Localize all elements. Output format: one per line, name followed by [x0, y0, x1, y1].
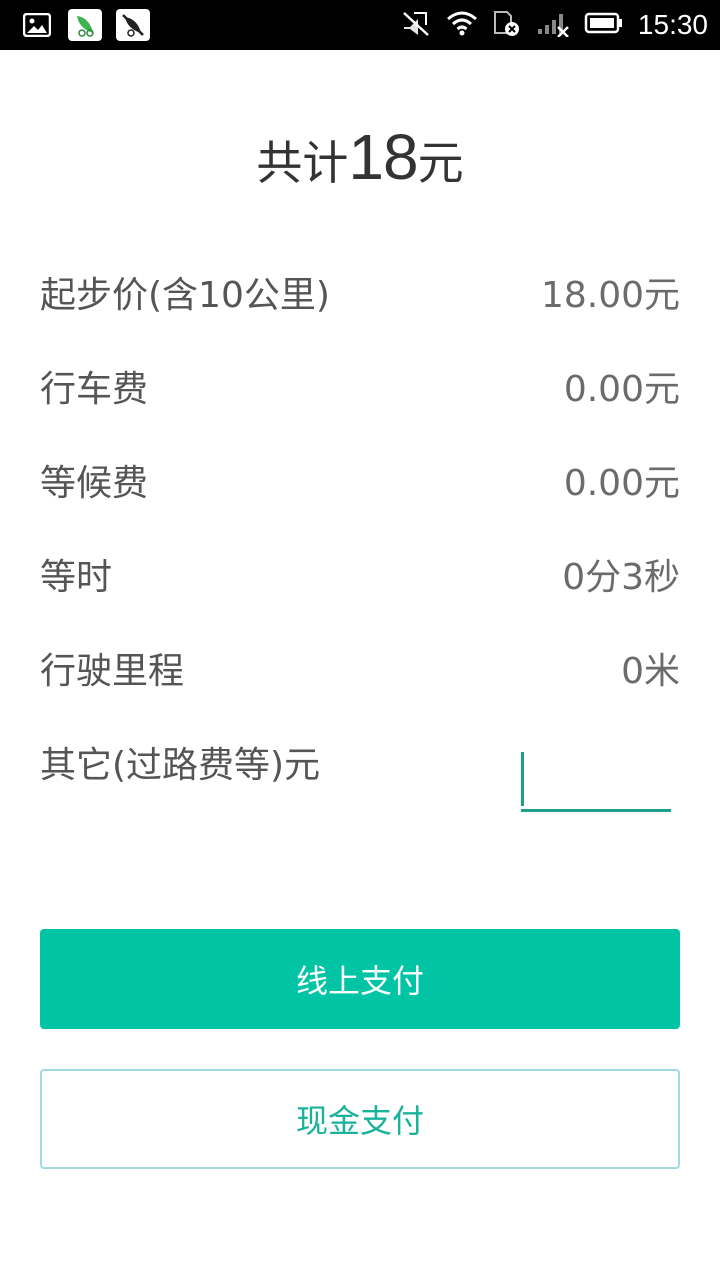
mute-icon	[400, 9, 432, 41]
status-time: 15:30	[637, 9, 708, 40]
wifi-icon	[446, 10, 478, 40]
total-prefix: 共计	[256, 136, 349, 190]
fee-value: 0米	[621, 651, 680, 692]
fee-label: 起步价(含10公里)	[40, 275, 330, 316]
cash-pay-button[interactable]: 现金支付	[40, 1069, 680, 1169]
fee-label: 等时	[40, 557, 113, 598]
leaf-app-icon	[68, 9, 102, 41]
fee-value: 0分3秒	[562, 557, 680, 598]
fee-row-waiting: 等候费 0.00元	[40, 450, 680, 510]
fee-row-base: 起步价(含10公里) 18.00元	[40, 262, 680, 322]
total-number: 18	[348, 121, 418, 193]
gallery-icon	[20, 9, 54, 41]
fee-label: 行车费	[40, 369, 149, 410]
fee-label: 行驶里程	[40, 651, 185, 692]
fee-value: 18.00元	[540, 275, 680, 316]
other-fee-input[interactable]	[521, 750, 671, 812]
status-bar: 15:30	[0, 0, 720, 50]
total-amount: 共计18元	[0, 120, 720, 200]
fee-row-driving: 行车费 0.00元	[40, 356, 680, 416]
fee-value: 0.00元	[563, 369, 680, 410]
fee-label: 等候费	[40, 463, 149, 504]
signal-icon	[536, 9, 570, 41]
fee-row-wait-time: 等时 0分3秒	[40, 544, 680, 604]
notification-icons	[20, 9, 150, 41]
system-icons: 15:30	[400, 0, 708, 50]
text-cursor	[521, 752, 524, 806]
fee-row-distance: 行驶里程 0米	[40, 638, 680, 698]
battery-icon	[584, 11, 624, 39]
mute-app-icon	[116, 9, 150, 41]
sim-icon	[492, 9, 522, 41]
online-pay-button[interactable]: 线上支付	[40, 929, 680, 1029]
other-fee-label: 其它(过路费等)元	[40, 745, 321, 786]
fee-value: 0.00元	[563, 463, 680, 504]
total-unit: 元	[417, 136, 464, 190]
